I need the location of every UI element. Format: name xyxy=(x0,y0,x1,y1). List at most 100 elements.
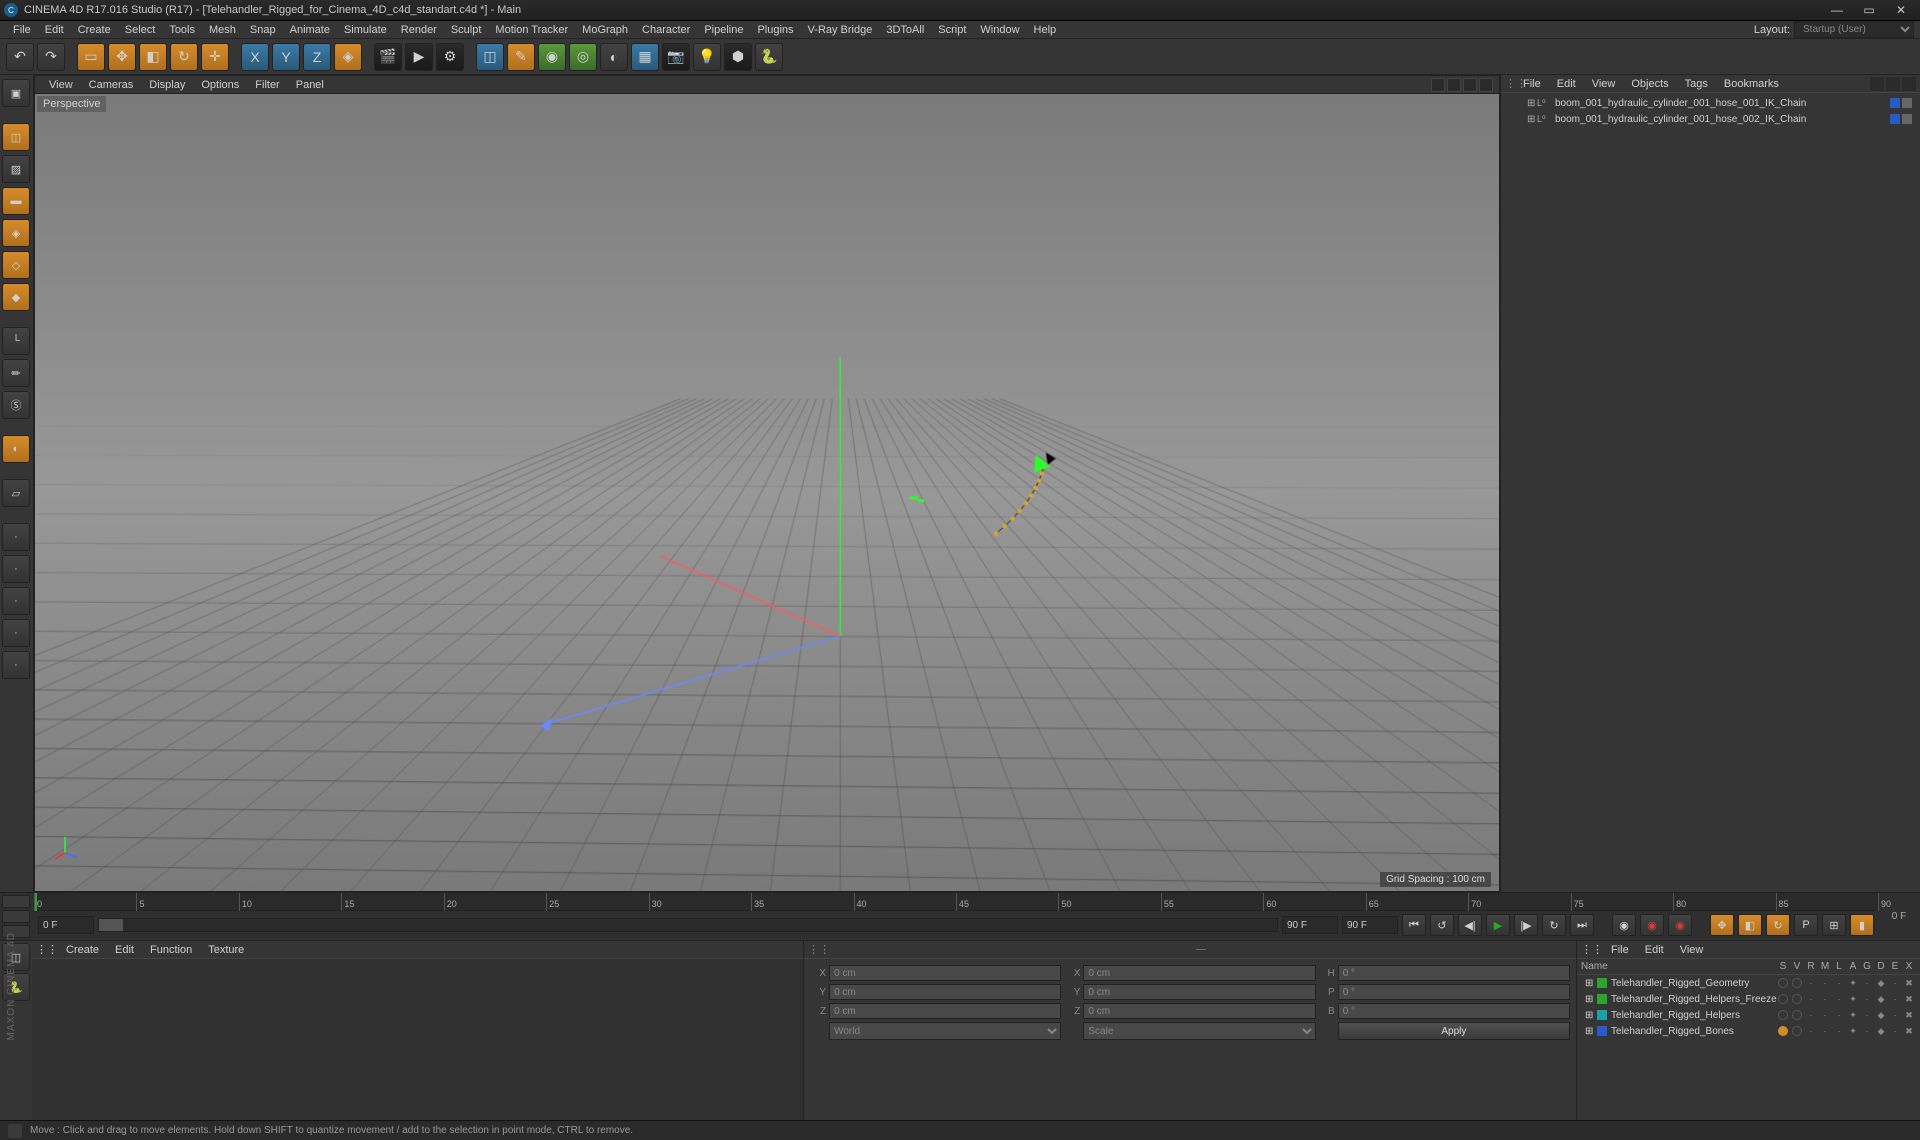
camera-button[interactable]: 📷 xyxy=(662,43,690,71)
houdini-button[interactable]: ⬢ xyxy=(724,43,752,71)
flag-icon[interactable]: · xyxy=(1806,994,1816,1005)
layer-color-icon[interactable] xyxy=(1597,1026,1607,1036)
flag-icon[interactable]: ✦ xyxy=(1848,994,1858,1005)
tweak-button[interactable]: ✏ xyxy=(2,359,30,387)
vp-nav-zoom-icon[interactable] xyxy=(1447,78,1461,92)
menu-animate[interactable]: Animate xyxy=(283,22,337,38)
scrub-handle[interactable] xyxy=(99,919,123,931)
render-view-button[interactable]: 🎬 xyxy=(374,43,402,71)
vp-menu-display[interactable]: Display xyxy=(141,77,193,93)
flag-icon[interactable]: · xyxy=(1890,1010,1900,1021)
flag-icon[interactable]: ✖ xyxy=(1904,1010,1914,1021)
flag-icon[interactable]: ✦ xyxy=(1848,978,1858,989)
autokey-button[interactable]: ◉ xyxy=(1640,914,1664,936)
menu-select[interactable]: Select xyxy=(118,22,163,38)
menu-script[interactable]: Script xyxy=(931,22,973,38)
om-menu-edit[interactable]: Edit xyxy=(1549,76,1584,92)
menu-character[interactable]: Character xyxy=(635,22,697,38)
select-tool-button[interactable]: ▭ xyxy=(77,43,105,71)
pen-tool-button[interactable]: ✎ xyxy=(507,43,535,71)
primitive-cube-button[interactable]: ◫ xyxy=(476,43,504,71)
coord-h-input[interactable] xyxy=(1338,965,1570,981)
menu-create[interactable]: Create xyxy=(71,22,118,38)
flag-icon[interactable]: ✦ xyxy=(1848,1026,1858,1037)
panel-grip-icon[interactable]: ⋮⋮ xyxy=(36,943,58,956)
flag-icon[interactable] xyxy=(1778,978,1788,988)
layer-name[interactable]: Telehandler_Rigged_Geometry xyxy=(1611,978,1778,989)
flag-icon[interactable]: · xyxy=(1820,994,1830,1005)
tag-icon[interactable] xyxy=(1890,98,1900,108)
misc-2-button[interactable]: · xyxy=(2,555,30,583)
make-editable-button[interactable]: ▣ xyxy=(2,79,30,107)
flag-icon[interactable]: · xyxy=(1806,978,1816,989)
timeline-ruler[interactable]: 051015202530354045505560657075808590 xyxy=(34,893,1878,911)
frame-total-input[interactable] xyxy=(1342,916,1398,934)
expand-icon[interactable]: ⊞ xyxy=(1585,994,1597,1005)
object-tree[interactable]: ⊞ L⁰ boom_001_hydraulic_cylinder_001_hos… xyxy=(1501,93,1920,892)
flag-icon[interactable]: ◆ xyxy=(1876,1010,1886,1021)
flag-icon[interactable]: · xyxy=(1806,1010,1816,1021)
misc-5-button[interactable]: · xyxy=(2,651,30,679)
flag-icon[interactable]: · xyxy=(1834,1010,1844,1021)
locked-workplane-button[interactable]: ◐ xyxy=(2,435,30,463)
menu-motiontracker[interactable]: Motion Tracker xyxy=(488,22,575,38)
array-button[interactable]: ◎ xyxy=(569,43,597,71)
pos-key-button[interactable]: ✥ xyxy=(1710,914,1734,936)
redo-button[interactable]: ↷ xyxy=(37,43,65,71)
deformer-button[interactable]: ◐ xyxy=(600,43,628,71)
flag-icon[interactable] xyxy=(1792,978,1802,988)
linear-button[interactable]: ▮ xyxy=(1850,914,1874,936)
z-axis-button[interactable]: Z xyxy=(303,43,331,71)
flag-icon[interactable]: · xyxy=(1820,1026,1830,1037)
coord-mode-select[interactable]: World xyxy=(829,1022,1061,1040)
layer-color-icon[interactable] xyxy=(1597,994,1607,1004)
flag-icon[interactable]: · xyxy=(1806,1026,1816,1037)
menu-mograph[interactable]: MoGraph xyxy=(575,22,635,38)
menu-plugins[interactable]: Plugins xyxy=(750,22,800,38)
coord-sx-input[interactable] xyxy=(1083,965,1315,981)
flag-icon[interactable] xyxy=(1778,1010,1788,1020)
om-menu-tags[interactable]: Tags xyxy=(1677,76,1716,92)
maximize-button[interactable]: ▭ xyxy=(1862,3,1876,17)
undo-button[interactable]: ↶ xyxy=(6,43,34,71)
axis-button[interactable]: └ xyxy=(2,327,30,355)
flag-icon[interactable]: · xyxy=(1890,994,1900,1005)
tree-item[interactable]: ⊞ L⁰ boom_001_hydraulic_cylinder_001_hos… xyxy=(1503,95,1918,111)
om-view-icon[interactable] xyxy=(1886,77,1900,91)
coord-scale-select[interactable]: Scale xyxy=(1083,1022,1315,1040)
record-button[interactable]: ◉ xyxy=(1612,914,1636,936)
coord-system-button[interactable]: ◈ xyxy=(334,43,362,71)
flag-icon[interactable]: · xyxy=(1834,1026,1844,1037)
flag-icon[interactable] xyxy=(1778,994,1788,1004)
render-settings-button[interactable]: ⚙ xyxy=(436,43,464,71)
layer-name[interactable]: Telehandler_Rigged_Bones xyxy=(1611,1026,1778,1037)
flag-icon[interactable]: ◆ xyxy=(1876,994,1886,1005)
mat-menu-create[interactable]: Create xyxy=(58,942,107,958)
menu-edit[interactable]: Edit xyxy=(38,22,71,38)
texture-mode-button[interactable]: ▨ xyxy=(2,155,30,183)
rot-key-button[interactable]: ↻ xyxy=(1766,914,1790,936)
flag-icon[interactable]: · xyxy=(1890,1026,1900,1037)
vp-menu-cameras[interactable]: Cameras xyxy=(81,77,142,93)
layer-name[interactable]: Telehandler_Rigged_Helpers xyxy=(1611,1010,1778,1021)
layer-color-icon[interactable] xyxy=(1597,1010,1607,1020)
expand-icon[interactable]: ⊞ xyxy=(1585,1026,1597,1037)
mat-menu-texture[interactable]: Texture xyxy=(200,942,252,958)
menu-render[interactable]: Render xyxy=(394,22,444,38)
tree-item[interactable]: ⊞ L⁰ boom_001_hydraulic_cylinder_001_hos… xyxy=(1503,111,1918,127)
coord-y-input[interactable] xyxy=(829,984,1061,1000)
mat-menu-function[interactable]: Function xyxy=(142,942,200,958)
scale-key-button[interactable]: ◧ xyxy=(1738,914,1762,936)
layer-name[interactable]: Telehandler_Rigged_Helpers_Freeze xyxy=(1611,994,1778,1005)
tag-icon[interactable] xyxy=(1902,114,1912,124)
point-mode-button[interactable]: ◈ xyxy=(2,219,30,247)
environment-button[interactable]: ▦ xyxy=(631,43,659,71)
pla-key-button[interactable]: ⊞ xyxy=(1822,914,1846,936)
expand-icon[interactable]: ⊞ xyxy=(1527,98,1537,109)
workplane-button[interactable]: ▬ xyxy=(2,187,30,215)
coord-b-input[interactable] xyxy=(1338,1003,1570,1019)
attr-menu-view[interactable]: View xyxy=(1672,942,1712,958)
rotate-tool-button[interactable]: ↻ xyxy=(170,43,198,71)
om-search-icon[interactable] xyxy=(1870,77,1884,91)
menu-3dtoall[interactable]: 3DToAll xyxy=(879,22,931,38)
